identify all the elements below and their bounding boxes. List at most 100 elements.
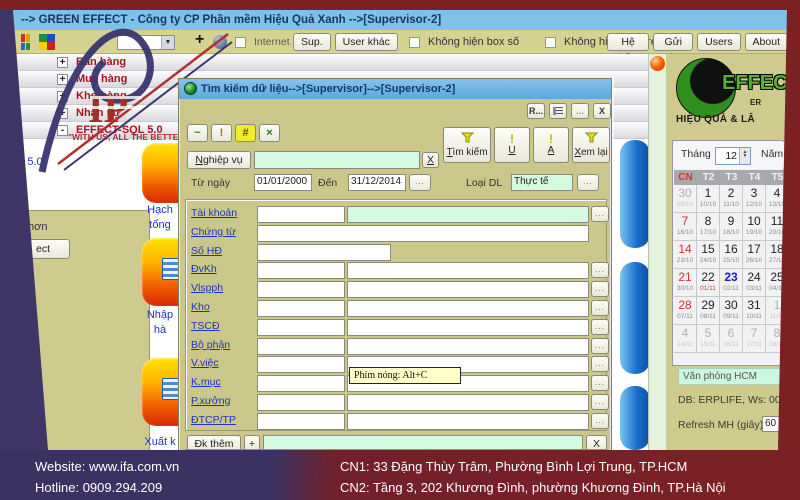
criteria-input-2[interactable] — [347, 413, 589, 430]
plus-tool-icon[interactable]: + — [195, 31, 204, 49]
criteria-input[interactable] — [257, 319, 345, 336]
criteria-input[interactable] — [257, 281, 345, 298]
calendar-day-30[interactable]: 30 09/11 — [720, 297, 743, 325]
pinwheel-icon[interactable] — [39, 34, 55, 50]
criteria-input-2[interactable] — [347, 262, 589, 279]
criteria-input-2[interactable] — [347, 281, 589, 298]
calendar-day-9[interactable]: 9 18/10 — [720, 213, 743, 241]
action-button-t-m-ki-m[interactable]: Tìm kiếm — [443, 127, 491, 163]
date-more-button[interactable]: ... — [409, 174, 431, 191]
criteria-more-button[interactable]: ... — [591, 375, 609, 391]
criteria-input-2[interactable] — [347, 206, 589, 223]
criteria-input[interactable] — [257, 394, 345, 411]
sphere-icon[interactable] — [213, 35, 227, 49]
color-bars-icon[interactable] — [21, 34, 31, 50]
close-button[interactable]: X — [593, 103, 611, 119]
criteria-more-button[interactable]: ... — [591, 338, 609, 354]
data-type-value[interactable]: Thực tế — [511, 174, 573, 191]
display-checkbox[interactable] — [409, 36, 420, 48]
criteria-more-button[interactable]: ... — [591, 281, 609, 297]
criteria-more-button[interactable]: ... — [591, 413, 609, 429]
criteria-label-t-i-kho-n[interactable]: Tài khoản — [191, 207, 237, 219]
list-view-button[interactable] — [549, 103, 567, 119]
criteria-input-2[interactable] — [347, 394, 589, 411]
calendar-day-16[interactable]: 16 25/10 — [720, 241, 743, 269]
blue-action-bar[interactable] — [620, 386, 650, 450]
calendar-day-31[interactable]: 31 10/11 — [743, 297, 766, 325]
expander-icon[interactable]: + — [57, 56, 68, 68]
toolbar-button-users[interactable]: Users — [697, 33, 741, 51]
criteria-input[interactable] — [257, 244, 391, 261]
criteria-input[interactable] — [257, 225, 589, 242]
calendar-day-24[interactable]: 24 03/11 — [743, 269, 766, 297]
month-spinner[interactable]: 12 ▲ ▼ — [715, 147, 751, 165]
calendar-day-7[interactable]: 7 17/11 — [743, 325, 766, 353]
criteria-input[interactable] — [257, 413, 345, 430]
criteria-input-2[interactable] — [347, 300, 589, 317]
collapse-ball-button[interactable] — [650, 56, 665, 71]
criteria-input[interactable] — [257, 338, 345, 355]
criteria-input[interactable] — [257, 375, 345, 392]
calendar-day-21[interactable]: 21 30/10 — [674, 269, 697, 297]
calendar-day-5[interactable]: 5 15/11 — [697, 325, 720, 353]
criteria-more-button[interactable]: ... — [591, 262, 609, 278]
dialog-titlebar[interactable]: Tìm kiếm dữ liệu-->[Supervisor]-->[Super… — [179, 79, 611, 99]
internet-checkbox[interactable] — [235, 36, 246, 48]
to-date-input[interactable]: 31/12/2014 — [348, 174, 406, 191]
exclaim-tool-icon[interactable]: ! — [211, 124, 232, 142]
sidebar-item-b-n-h-ng[interactable]: + Bán hàng — [13, 54, 648, 71]
chart-tool-icon[interactable]: ~ — [187, 124, 208, 142]
more-button[interactable]: ... — [571, 103, 589, 119]
nghiep-vu-input[interactable] — [254, 151, 420, 169]
calendar-day-10[interactable]: 10 19/10 — [743, 213, 766, 241]
action-button-xem-l-i[interactable]: Xem lại — [572, 127, 610, 163]
calendar-day-8[interactable]: 8 17/10 — [697, 213, 720, 241]
blue-action-bar[interactable] — [620, 262, 650, 374]
criteria-label-b-ph-n[interactable]: Bộ phận — [191, 339, 230, 351]
calendar-day-3[interactable]: 3 12/10 — [743, 185, 766, 213]
criteria-label-s-h[interactable]: Số HĐ — [191, 245, 222, 257]
calendar-day-22[interactable]: 22 01/11 — [697, 269, 720, 297]
calendar-day-17[interactable]: 17 26/10 — [743, 241, 766, 269]
criteria-input[interactable] — [257, 300, 345, 317]
expander-icon[interactable]: + — [57, 107, 68, 119]
criteria-label-vlspph[interactable]: Vlspph — [191, 282, 223, 294]
criteria-label-p-x-ng[interactable]: P.xưởng — [191, 395, 230, 407]
toolbar-button-g-i-tin-nh-n[interactable]: Gửi tin nhắn — [653, 33, 694, 80]
number-tool-icon[interactable]: # — [235, 124, 256, 142]
action-button-a[interactable]: ! A — [533, 127, 569, 163]
calendar-day-15[interactable]: 15 24/10 — [697, 241, 720, 269]
criteria-input[interactable] — [257, 206, 345, 223]
criteria-more-button[interactable]: ... — [591, 300, 609, 316]
expander-icon[interactable]: + — [57, 73, 68, 85]
criteria-more-button[interactable]: ... — [591, 319, 609, 335]
spinner-arrows-icon[interactable]: ▲ ▼ — [739, 148, 750, 164]
criteria-label-kho[interactable]: Kho — [191, 301, 210, 313]
criteria-input-2[interactable] — [347, 338, 589, 355]
internet-checkbox-group[interactable]: Internet — [235, 36, 290, 48]
blue-action-bar[interactable] — [620, 140, 650, 248]
toolbar-button-h-th-ng[interactable]: Hệ thống — [607, 33, 650, 64]
calendar-day-14[interactable]: 14 23/10 — [674, 241, 697, 269]
calendar-day-28[interactable]: 28 07/11 — [674, 297, 697, 325]
from-date-input[interactable]: 01/01/2000 — [254, 174, 312, 191]
criteria-label-tsc[interactable]: TSCĐ — [191, 320, 220, 332]
expander-icon[interactable]: - — [57, 124, 68, 136]
calendar-day-30[interactable]: 30 09/10 — [674, 185, 697, 213]
criteria-input[interactable] — [257, 356, 345, 373]
criteria-more-button[interactable]: ... — [591, 394, 609, 410]
expander-icon[interactable]: + — [57, 90, 68, 102]
calendar-day-23[interactable]: 23 02/11 — [720, 269, 743, 297]
toolbar-button-user-kh-c[interactable]: User khác — [334, 33, 398, 51]
box-so-checkbox-group[interactable]: Không hiện box số — [409, 36, 519, 48]
splitter-strip[interactable] — [648, 54, 666, 450]
toolbar-button-sup[interactable]: Sup. — [293, 33, 331, 51]
criteria-label-vkh[interactable]: ĐvKh — [191, 263, 217, 275]
calendar-day-1[interactable]: 1 10/10 — [697, 185, 720, 213]
calendar-day-29[interactable]: 29 08/11 — [697, 297, 720, 325]
action-button-u[interactable]: ! U — [494, 127, 530, 163]
criteria-label-v-vi-c[interactable]: V.việc — [191, 357, 219, 369]
nghiep-vu-button[interactable]: Nghiệp vụ — [187, 151, 251, 169]
criteria-label-tcp-tp[interactable]: ĐTCP/TP — [191, 414, 236, 426]
calendar-day-4[interactable]: 4 14/11 — [674, 325, 697, 353]
